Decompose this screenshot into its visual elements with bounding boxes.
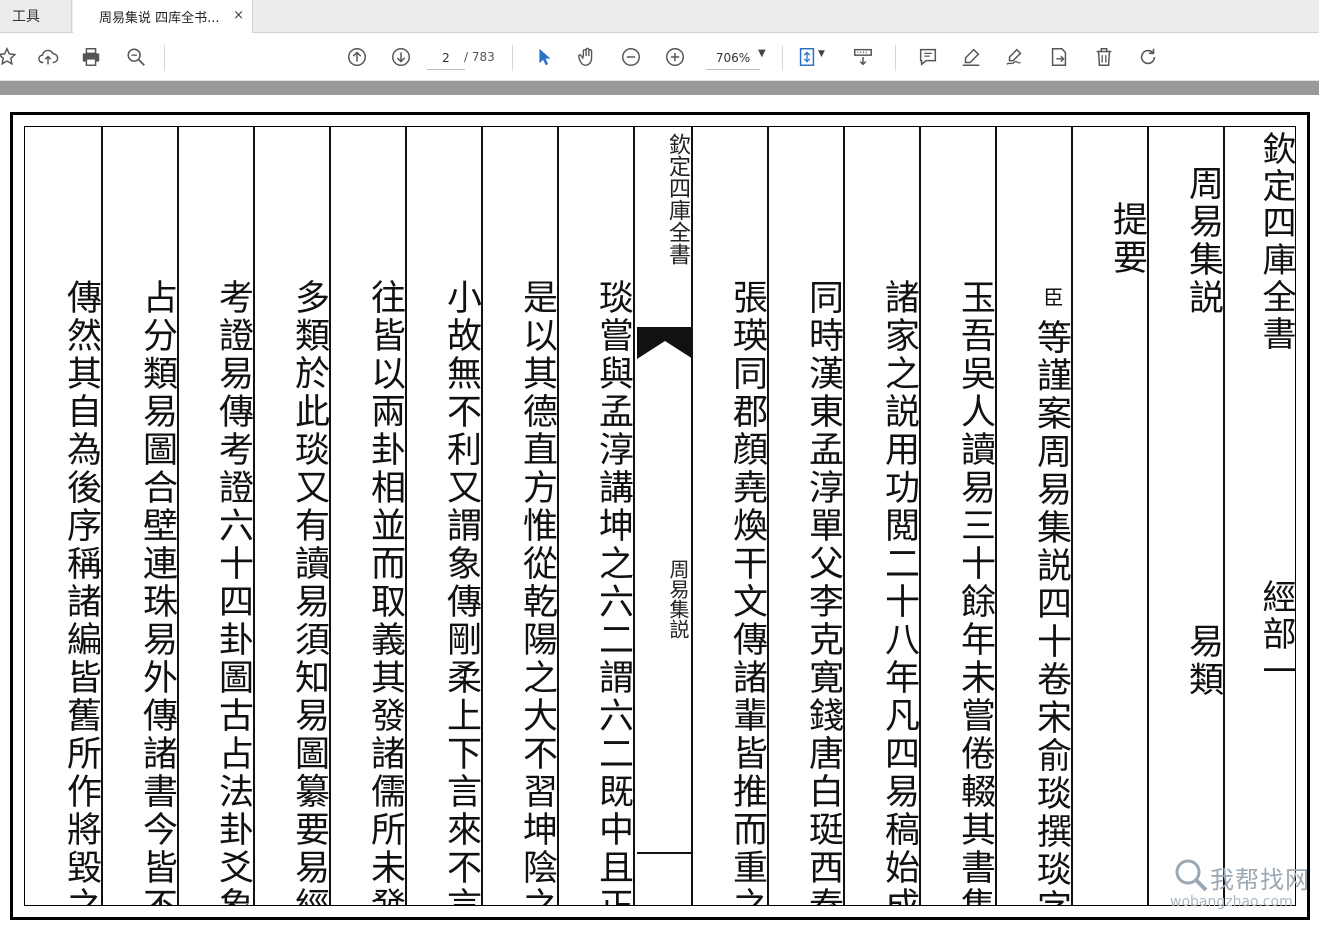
fold-book-title: 周易集説 <box>666 559 690 639</box>
text-column-content: 小故無不利又謂象傳剛柔上下言來不言 <box>441 279 481 905</box>
text-column-2: 玉吾吳人讀易三十餘年未嘗倦輟其書集 <box>921 127 995 905</box>
fit-page-icon[interactable] <box>794 44 820 70</box>
tab-bar: 工具 周易集说 四库全书... × <box>0 0 1319 33</box>
text-column-4: 同時漢東孟淳單父李克寛錢唐白珽西秦 <box>769 127 843 905</box>
star-icon[interactable] <box>0 44 20 70</box>
tab-tools[interactable]: 工具 <box>0 0 72 32</box>
text-column-10: 多類於此琰又有讀易須知易圖纂要易經 <box>255 127 329 905</box>
tab-document-label: 周易集说 四库全书... <box>99 11 220 26</box>
book-title: 周易集説 <box>1183 165 1223 317</box>
zoom-search-icon[interactable] <box>123 44 149 70</box>
zoom-dropdown-icon[interactable]: ▼ <box>758 48 766 59</box>
book-title-column: 周易集説 易類 <box>1149 127 1223 905</box>
text-column-content: 往皆以兩卦相並而取義其發諸儒所未發 <box>365 279 405 905</box>
title-column: 欽定四庫全書 經部一 <box>1225 127 1295 905</box>
page-total-label: / 783 <box>464 50 495 64</box>
toolbar-separator <box>782 45 783 71</box>
text-column-8: 小故無不利又謂象傳剛柔上下言來不言 <box>407 127 481 905</box>
text-column-content: 同時漢東孟淳單父李克寛錢唐白珽西秦 <box>803 279 843 905</box>
sign-icon[interactable] <box>1002 44 1028 70</box>
watermark-url: wobangzhao.com <box>1170 894 1293 910</box>
zoom-out-icon[interactable] <box>618 44 644 70</box>
title-section: 經部一 <box>1256 579 1295 690</box>
tab-document[interactable]: 周易集说 四库全书... × <box>73 0 253 33</box>
zoom-input[interactable] <box>706 47 760 70</box>
text-column-3: 諸家之説用功閲二十八年凡四易稿始成 <box>845 127 919 905</box>
column-rule <box>633 127 635 905</box>
page-border: 欽定四庫全書 經部一 周易集説 易類 提要 臣 等謹案周易集説四十卷宋俞琰撰琰字… <box>24 126 1296 906</box>
text-column-7: 是以其德直方惟從乾陽之大不習坤陰之 <box>483 127 557 905</box>
text-column-1: 臣 等謹案周易集説四十卷宋俞琰撰琰字 <box>997 127 1071 905</box>
fold-title: 欽定四庫全書 <box>665 133 690 265</box>
text-column-content: 是以其德直方惟從乾陽之大不習坤陰之 <box>517 279 557 905</box>
text-column-12: 占分類易圖合壁連珠易外傳諸書今皆不 <box>103 127 177 905</box>
select-arrow-icon[interactable] <box>531 44 557 70</box>
text-column-1-content: 等謹案周易集説四十卷宋俞琰撰琰字 <box>1031 319 1071 905</box>
text-column-9: 往皆以兩卦相並而取義其發諸儒所未發 <box>331 127 405 905</box>
fish-tail-mark <box>637 327 693 359</box>
title-main: 欽定四庫全書 <box>1256 131 1295 353</box>
text-column-content: 玉吾吳人讀易三十餘年未嘗倦輟其書集 <box>955 279 995 905</box>
text-column-11: 考證易傳考證六十四卦圖古占法卦爻象 <box>179 127 253 905</box>
toolbar-separator <box>164 45 165 71</box>
watermark-text: 我帮找网 <box>1210 866 1310 894</box>
comment-icon[interactable] <box>915 44 941 70</box>
text-column-content: 琰嘗與孟淳講坤之六二謂六二既中且正 <box>593 279 633 905</box>
text-column-content: 多類於此琰又有讀易須知易圖纂要易經 <box>289 279 329 905</box>
toolbar: / 783 ▼ ▼ <box>0 33 1319 81</box>
scroll-mode-icon[interactable] <box>850 44 876 70</box>
upload-cloud-icon[interactable] <box>35 44 61 70</box>
text-column-5: 張瑛同郡顔堯煥干文傳諸輩皆推而重之 <box>693 127 767 905</box>
text-column-13: 傳然其自為後序稱諸編皆舊所作將毀之 <box>27 127 101 905</box>
text-column-content: 諸家之説用功閲二十八年凡四易稿始成 <box>879 279 919 905</box>
viewer-divider <box>0 81 1319 95</box>
zoom-in-icon[interactable] <box>662 44 688 70</box>
magnifier-logo-icon <box>1175 859 1208 892</box>
toolbar-separator <box>895 45 896 71</box>
book-category: 易類 <box>1183 623 1223 699</box>
text-column-content: 傳然其自為後序稱諸編皆舊所作將毀之 <box>61 279 101 905</box>
text-column-content: 張瑛同郡顔堯煥干文傳諸輩皆推而重之 <box>727 279 767 905</box>
document-page: 欽定四庫全書 經部一 周易集説 易類 提要 臣 等謹案周易集説四十卷宋俞琰撰琰字… <box>10 112 1310 920</box>
print-icon[interactable] <box>78 44 104 70</box>
delete-icon[interactable] <box>1091 44 1117 70</box>
rotate-icon[interactable] <box>1135 44 1161 70</box>
share-icon[interactable] <box>1046 44 1072 70</box>
text-column-content: 占分類易圖合壁連珠易外傳諸書今皆不 <box>137 279 177 905</box>
watermark: 我帮找网 wobangzhao.com <box>1166 852 1316 918</box>
heading-column: 提要 <box>1073 127 1147 905</box>
toolbar-separator <box>512 45 513 71</box>
highlight-icon[interactable] <box>958 44 984 70</box>
arrow-down-circle-icon[interactable] <box>388 44 414 70</box>
heading-tiyao: 提要 <box>1107 201 1147 277</box>
page-number-input[interactable] <box>427 47 465 70</box>
tab-tools-label: 工具 <box>12 9 40 25</box>
fold-rule <box>637 852 693 854</box>
text-column-content: 考證易傳考證六十四卦圖古占法卦爻象 <box>213 279 253 905</box>
fit-dropdown-icon[interactable]: ▼ <box>818 49 825 59</box>
close-icon[interactable]: × <box>233 8 244 24</box>
hand-icon[interactable] <box>574 44 600 70</box>
text-column-6: 琰嘗與孟淳講坤之六二謂六二既中且正 <box>559 127 633 905</box>
minister-mark: 臣 <box>1040 287 1064 310</box>
arrow-up-circle-icon[interactable] <box>344 44 370 70</box>
